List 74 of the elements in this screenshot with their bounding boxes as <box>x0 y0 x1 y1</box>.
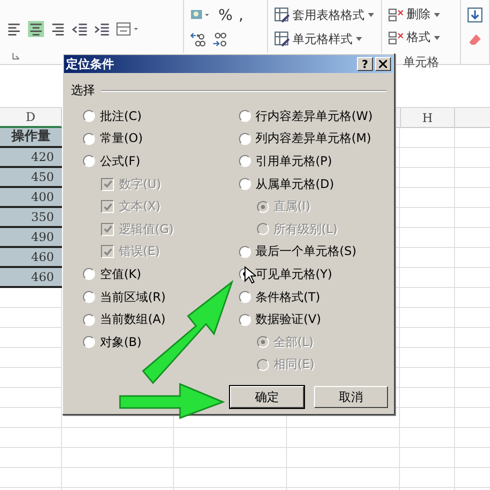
dialog-button[interactable]: 取消 <box>314 386 388 408</box>
radio-button[interactable] <box>238 314 250 326</box>
dialog-launcher-icon[interactable] <box>12 52 20 60</box>
option-label: 常量(O) <box>100 130 143 148</box>
option-label: 对象(B) <box>100 334 142 351</box>
ribbon-command[interactable]: 格式 <box>406 29 431 46</box>
option-label: 行内容差异单元格(W) <box>256 108 373 125</box>
table-cell: 420 <box>0 148 62 168</box>
comma-style[interactable]: , <box>238 6 244 24</box>
table-cell: 350 <box>0 208 62 228</box>
radio-button[interactable] <box>238 178 250 190</box>
ribbon-command[interactable]: 删除 <box>406 6 431 23</box>
option-label: 批注(C) <box>100 108 142 125</box>
close-icon <box>379 60 387 68</box>
option-label: 数据验证(V) <box>256 311 322 328</box>
table-cell: 460 <box>0 268 62 288</box>
option-label: 最后一个单元格(S) <box>256 243 356 260</box>
align-right-icon[interactable] <box>50 21 66 37</box>
option-label: 当前数组(A) <box>100 311 166 328</box>
option-label: 公式(F) <box>100 152 140 170</box>
increase-indent-icon[interactable] <box>94 21 110 37</box>
radio-button[interactable] <box>83 110 95 122</box>
radio-button[interactable] <box>238 246 250 258</box>
dialog-button[interactable]: 确定 <box>230 386 304 408</box>
option-label: 数字(U) <box>119 176 162 193</box>
option-label: 可见单元格(Y) <box>256 266 332 283</box>
option-label: 引用单元格(P) <box>256 152 332 170</box>
window-title: 定位条件 <box>66 56 115 72</box>
option-label: 从属单元格(D) <box>256 176 334 193</box>
radio-button[interactable] <box>83 132 95 145</box>
table-cell: 450 <box>0 168 62 188</box>
option-label: 条件格式(T) <box>256 288 320 306</box>
close-button[interactable] <box>375 57 391 71</box>
table-style-icon[interactable] <box>274 31 290 47</box>
radio-button[interactable] <box>83 268 95 280</box>
table-cell: 460 <box>0 248 62 268</box>
decrease-decimal-icon[interactable] <box>212 31 228 47</box>
ribbon-command[interactable]: 单元格样式 <box>292 30 353 48</box>
table-header: 操作量 <box>0 128 62 148</box>
radio-button[interactable] <box>83 336 95 348</box>
group-label: 单元格 <box>402 54 439 71</box>
cells-icon[interactable] <box>388 6 404 22</box>
cells-icon[interactable] <box>388 30 404 46</box>
percent-style[interactable]: % <box>218 6 233 24</box>
merge-cells-icon[interactable] <box>116 21 140 37</box>
radio-button[interactable] <box>83 291 95 304</box>
option-label: 列内容差异单元格(M) <box>256 130 372 148</box>
help-button[interactable]: ? <box>357 57 373 71</box>
option-label: 直属(I) <box>274 198 310 216</box>
decrease-indent-icon[interactable] <box>72 21 88 37</box>
radio-button[interactable] <box>83 155 95 168</box>
radio-button[interactable] <box>238 155 250 168</box>
option-label: 相同(E) <box>274 356 314 374</box>
align-left-icon[interactable] <box>6 21 22 37</box>
option-label: 逻辑值(G) <box>119 220 174 238</box>
option-label: 全部(L) <box>274 334 314 351</box>
radio-button[interactable] <box>83 314 95 326</box>
table-style-icon[interactable] <box>274 7 290 23</box>
radio-button[interactable] <box>238 110 250 122</box>
table-cell: 400 <box>0 188 62 208</box>
option-label: 空值(K) <box>100 266 142 283</box>
table-cell: 490 <box>0 228 62 248</box>
fill-down-icon[interactable] <box>467 7 483 23</box>
option-label: 所有级别(L) <box>274 220 338 238</box>
radio-button[interactable] <box>238 291 250 304</box>
column-header[interactable]: H <box>400 108 455 128</box>
align-center-icon[interactable] <box>28 21 44 37</box>
increase-decimal-icon[interactable] <box>190 31 206 47</box>
radio-button[interactable] <box>238 132 250 145</box>
group-label: 选择 <box>71 82 95 99</box>
option-label: 当前区域(R) <box>100 288 166 306</box>
ribbon-command[interactable]: 套用表格格式 <box>292 6 365 24</box>
option-label: 错误(E) <box>119 243 160 260</box>
option-label: 文本(X) <box>119 198 161 216</box>
